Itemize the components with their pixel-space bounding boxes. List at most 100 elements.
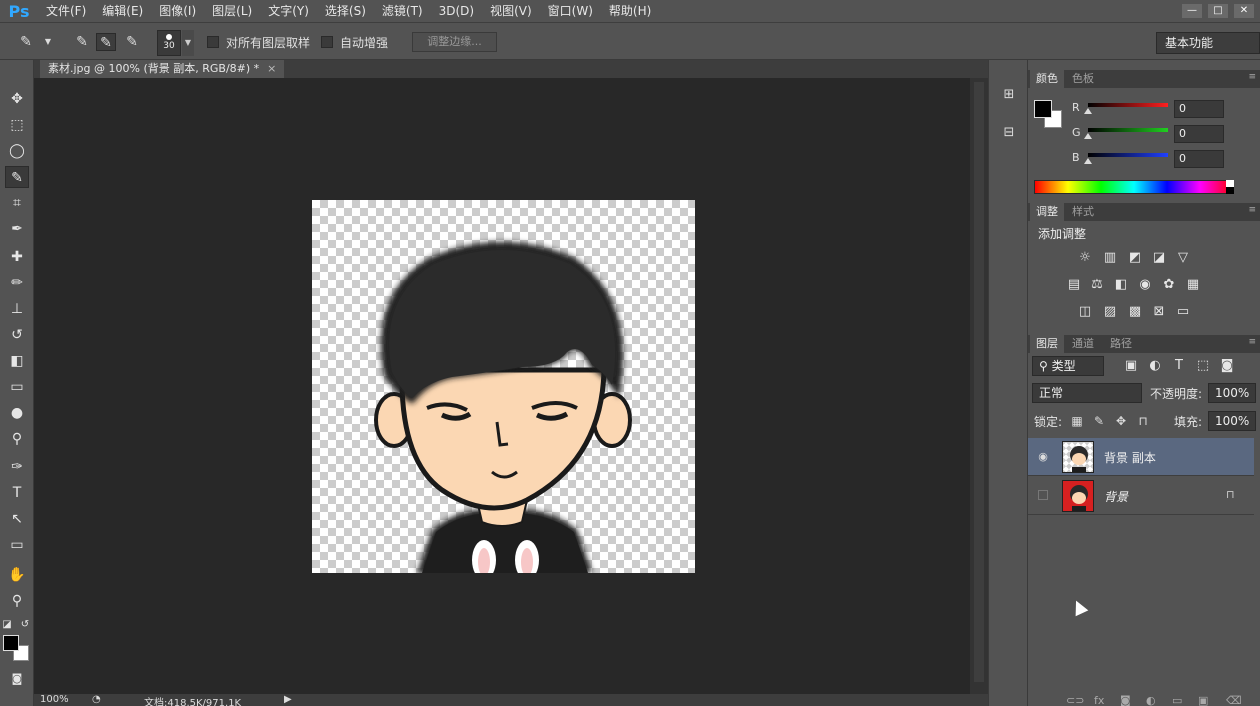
document-canvas[interactable] [312,200,695,573]
green-slider[interactable] [1088,128,1168,132]
color-lookup-icon[interactable]: ▦ [1184,277,1202,293]
tab-swatches[interactable]: 色板 [1066,70,1100,88]
scrollbar-thumb[interactable] [974,82,984,682]
filter-smart-object-icon[interactable]: ◙ [1218,358,1236,374]
crop-tool-icon[interactable]: ⌗ [5,192,29,214]
lasso-tool-icon[interactable]: ◯ [5,140,29,162]
swap-colors-icon[interactable]: ↺ [20,614,30,636]
vertical-scrollbar[interactable] [970,78,988,694]
layer-row[interactable]: ◉ 背景 副本 [1028,438,1254,476]
fill-input[interactable]: 100% [1208,411,1256,431]
visibility-eye-icon[interactable]: ◉ [1036,450,1050,464]
photo-filter-icon[interactable]: ◉ [1136,277,1154,293]
threshold-icon[interactable]: ▩ [1126,304,1144,320]
brightness-contrast-icon[interactable]: ☼ [1076,250,1094,266]
status-info-icon[interactable]: ◔ [92,694,101,705]
type-tool-icon[interactable]: T [5,482,29,504]
zoom-level[interactable]: 100% [40,694,69,705]
refine-edge-button[interactable]: 调整边缘... [412,32,497,52]
clone-stamp-tool-icon[interactable]: ⊥ [5,298,29,320]
blue-slider-handle[interactable] [1084,158,1092,164]
document-tab[interactable]: 素材.jpg @ 100% (背景 副本, RGB/8#) * × [40,60,285,78]
workspace-select[interactable]: 基本功能 [1156,32,1260,54]
menu-filter[interactable]: 滤镜(T) [374,0,431,22]
red-value[interactable]: 0 [1174,100,1224,118]
layer-name[interactable]: 背景 副本 [1104,449,1156,466]
curves-icon[interactable]: ◩ [1126,250,1144,266]
menu-image[interactable]: 图像(I) [151,0,204,22]
layer-style-icon[interactable]: fx [1094,694,1104,706]
new-selection-icon[interactable]: ✎ [72,33,92,51]
healing-brush-tool-icon[interactable]: ✚ [5,246,29,268]
layer-name[interactable]: 背景 [1104,488,1128,505]
auto-enhance-checkbox[interactable] [321,36,333,48]
history-brush-tool-icon[interactable]: ↺ [5,324,29,346]
brush-picker-arrow-icon[interactable]: ▼ [182,30,194,56]
menu-file[interactable]: 文件(F) [38,0,94,22]
posterize-icon[interactable]: ▨ [1101,304,1119,320]
chevron-down-icon[interactable]: ▼ [38,33,58,51]
menu-type[interactable]: 文字(Y) [260,0,317,22]
panel-menu-icon[interactable]: ≡ [1248,72,1256,82]
filter-adjustment-icon[interactable]: ◐ [1146,358,1164,374]
lock-transparent-icon[interactable]: ▦ [1070,414,1084,428]
minimize-button[interactable]: — [1182,4,1202,18]
status-menu-arrow-icon[interactable]: ▶ [284,694,292,705]
new-adjustment-layer-icon[interactable]: ◐ [1146,694,1156,706]
blue-slider[interactable] [1088,153,1168,157]
default-colors-icon[interactable]: ◪ [2,614,12,636]
gradient-map-icon[interactable]: ▭ [1174,304,1192,320]
blend-mode-select[interactable]: 正常 [1032,383,1142,403]
selective-color-icon[interactable]: ⊠ [1150,304,1168,320]
filter-shape-icon[interactable]: ⬚ [1194,358,1212,374]
add-to-selection-icon[interactable]: ✎ [96,33,116,51]
menu-select[interactable]: 选择(S) [317,0,374,22]
eyedropper-tool-icon[interactable]: ✒ [5,218,29,240]
panel-menu-icon[interactable]: ≡ [1248,205,1256,215]
lock-all-icon[interactable]: ⊓ [1136,414,1150,428]
channel-mixer-icon[interactable]: ✿ [1160,277,1178,293]
quick-mask-icon[interactable]: ◙ [5,668,29,690]
close-window-button[interactable]: ✕ [1234,4,1254,18]
red-slider[interactable] [1088,103,1168,107]
red-slider-handle[interactable] [1084,108,1092,114]
history-panel-icon[interactable]: ⊞ [997,84,1021,106]
blue-value[interactable]: 0 [1174,150,1224,168]
menu-edit[interactable]: 编辑(E) [94,0,151,22]
vibrance-icon[interactable]: ▽ [1174,250,1192,266]
tab-styles[interactable]: 样式 [1066,203,1100,221]
black-white-ramp[interactable] [1226,180,1234,194]
layer-filter-select[interactable]: ⚲ 类型 [1032,356,1104,376]
pen-tool-icon[interactable]: ✑ [5,456,29,478]
properties-panel-icon[interactable]: ⊟ [997,122,1021,144]
color-spectrum[interactable] [1034,180,1234,194]
marquee-tool-icon[interactable]: ⬚ [5,114,29,136]
invert-icon[interactable]: ◫ [1076,304,1094,320]
tab-color[interactable]: 颜色 [1030,70,1064,88]
tab-layers[interactable]: 图层 [1030,335,1064,353]
new-layer-icon[interactable]: ▣ [1198,694,1208,706]
visibility-toggle-box[interactable] [1038,490,1048,500]
panel-menu-icon[interactable]: ≡ [1248,337,1256,347]
opacity-input[interactable]: 100% [1208,383,1256,403]
exposure-icon[interactable]: ◪ [1150,250,1168,266]
lock-position-icon[interactable]: ✥ [1114,414,1128,428]
eraser-tool-icon[interactable]: ◧ [5,350,29,372]
green-value[interactable]: 0 [1174,125,1224,143]
menu-layer[interactable]: 图层(L) [204,0,260,22]
gradient-tool-icon[interactable]: ▭ [5,376,29,398]
filter-pixel-icon[interactable]: ▣ [1122,358,1140,374]
hand-tool-icon[interactable]: ✋ [5,564,29,586]
zoom-tool-icon[interactable]: ⚲ [5,590,29,612]
quick-selection-preset-icon[interactable]: ✎ [16,33,36,51]
rectangle-tool-icon[interactable]: ▭ [5,534,29,556]
path-selection-tool-icon[interactable]: ↖ [5,508,29,530]
delete-layer-icon[interactable]: ⌫ [1226,694,1242,706]
move-tool-icon[interactable]: ✥ [5,88,29,110]
black-white-icon[interactable]: ◧ [1112,277,1130,293]
new-group-icon[interactable]: ▭ [1172,694,1182,706]
filter-type-icon[interactable]: T [1170,358,1188,374]
color-balance-icon[interactable]: ⚖ [1088,277,1106,293]
dodge-tool-icon[interactable]: ⚲ [5,428,29,450]
brush-tool-icon[interactable]: ✏ [5,272,29,294]
